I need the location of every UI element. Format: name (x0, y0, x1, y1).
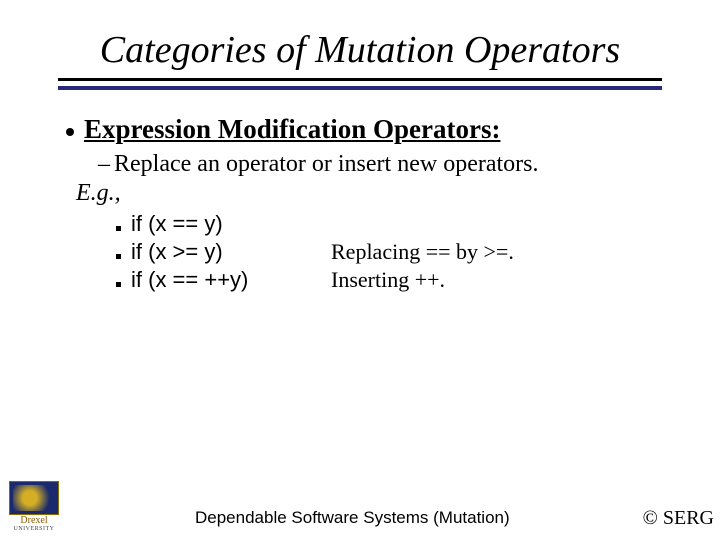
eg-label: E.g., (76, 180, 662, 207)
slide-title: Categories of Mutation Operators (0, 0, 720, 78)
code-text: if (x == y) (131, 211, 331, 237)
code-note: Replacing == by >=. (331, 239, 514, 265)
example-row: if (x == ++y) Inserting ++. (116, 267, 662, 293)
bullet-level2: –Replace an operator or insert new opera… (98, 151, 662, 178)
code-examples: if (x == y) if (x >= y) Replacing == by … (116, 211, 662, 293)
bullet-tiny-icon (116, 226, 121, 231)
bullet-tiny-icon (116, 282, 121, 287)
bullet-tiny-icon (116, 254, 121, 259)
dash-icon: – (98, 151, 114, 178)
slide-footer: Drexel UNIVERSITY Dependable Software Sy… (0, 481, 720, 532)
code-text: if (x >= y) (131, 239, 331, 265)
bullet-dot-icon (66, 128, 74, 136)
logo-sub: UNIVERSITY (14, 526, 55, 532)
heading-text: Expression Modification Operators: (84, 114, 500, 145)
sub-desc: Replace an operator or insert new operat… (114, 151, 539, 177)
slide-body: Expression Modification Operators: –Repl… (0, 90, 720, 293)
footer-copyright: © SERG (643, 507, 714, 532)
footer-center-text: Dependable Software Systems (Mutation) (62, 508, 643, 532)
bullet-level1: Expression Modification Operators: (58, 114, 662, 145)
university-logo: Drexel UNIVERSITY (6, 481, 62, 532)
logo-name: Drexel (20, 516, 47, 526)
code-text: if (x == ++y) (131, 267, 331, 293)
logo-icon (9, 481, 59, 515)
title-rule (0, 78, 720, 90)
example-row: if (x == y) (116, 211, 662, 237)
code-note: Inserting ++. (331, 267, 445, 293)
example-row: if (x >= y) Replacing == by >=. (116, 239, 662, 265)
